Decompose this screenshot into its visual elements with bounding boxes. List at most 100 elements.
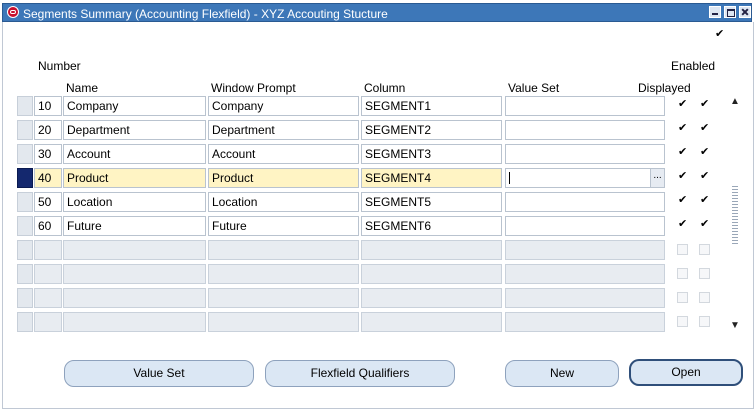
displayed-checkbox[interactable] <box>677 316 688 327</box>
name-field[interactable] <box>63 288 206 308</box>
column-field[interactable]: SEGMENT4 <box>361 168 502 188</box>
value-set-field[interactable] <box>505 216 665 236</box>
name-field[interactable]: Company <box>63 96 206 116</box>
number-field[interactable] <box>34 240 62 260</box>
displayed-checkbox[interactable] <box>677 292 688 303</box>
value-set-field[interactable]: ... <box>505 168 665 188</box>
name-field[interactable]: Product <box>63 168 206 188</box>
window-prompt-field[interactable] <box>208 240 359 260</box>
row-selector[interactable] <box>17 216 33 236</box>
window-prompt-field[interactable]: Account <box>208 144 359 164</box>
name-field[interactable]: Location <box>63 192 206 212</box>
header-enabled: Enabled <box>671 59 716 73</box>
header-column: Column <box>364 81 406 95</box>
enabled-checkbox[interactable] <box>699 292 710 303</box>
window-prompt-field[interactable]: Product <box>208 168 359 188</box>
column-field[interactable]: SEGMENT2 <box>361 120 502 140</box>
enabled-checkbox[interactable] <box>699 268 710 279</box>
header-name: Name <box>66 81 99 95</box>
list-of-values-button[interactable]: ... <box>650 169 664 187</box>
window-prompt-field[interactable]: Company <box>208 96 359 116</box>
column-field[interactable]: SEGMENT6 <box>361 216 502 236</box>
minimize-button[interactable] <box>709 6 721 18</box>
open-button[interactable]: Open <box>629 359 743 386</box>
displayed-checkbox[interactable] <box>677 268 688 279</box>
value-set-field[interactable] <box>505 96 665 116</box>
value-set-button[interactable]: Value Set <box>64 360 254 387</box>
value-set-field[interactable] <box>505 192 665 212</box>
enabled-checkbox[interactable] <box>699 217 710 231</box>
column-field[interactable] <box>361 240 502 260</box>
number-field[interactable]: 20 <box>34 120 62 140</box>
window-prompt-field[interactable] <box>208 312 359 332</box>
window-prompt-field[interactable] <box>208 264 359 284</box>
displayed-checkbox[interactable] <box>677 193 688 207</box>
number-field[interactable]: 60 <box>34 216 62 236</box>
name-field[interactable] <box>63 240 206 260</box>
enabled-checkbox[interactable] <box>699 193 710 207</box>
column-field[interactable]: SEGMENT5 <box>361 192 502 212</box>
enabled-checkbox[interactable] <box>699 121 710 135</box>
number-field[interactable]: 50 <box>34 192 62 212</box>
window-prompt-field[interactable]: Future <box>208 216 359 236</box>
column-field[interactable] <box>361 312 502 332</box>
row-selector[interactable] <box>17 312 33 332</box>
enabled-checkbox[interactable] <box>699 97 710 111</box>
displayed-checkbox[interactable] <box>677 97 688 111</box>
displayed-checkbox[interactable] <box>677 217 688 231</box>
displayed-checkbox[interactable] <box>677 169 688 183</box>
row-selector[interactable] <box>17 168 33 188</box>
enabled-checkbox[interactable] <box>699 169 710 183</box>
value-set-field[interactable] <box>505 144 665 164</box>
name-field[interactable] <box>63 312 206 332</box>
scroll-down-arrow-icon[interactable]: ▼ <box>728 320 742 332</box>
row-selector[interactable] <box>17 120 33 140</box>
column-field[interactable]: SEGMENT1 <box>361 96 502 116</box>
title-bar-inner[interactable]: Segments Summary (Accounting Flexfield) … <box>2 3 752 22</box>
row-selector[interactable] <box>17 240 33 260</box>
row-selector[interactable] <box>17 264 33 284</box>
number-field[interactable] <box>34 312 62 332</box>
enabled-checkbox[interactable] <box>699 316 710 327</box>
header-value-set: Value Set <box>508 81 560 95</box>
window-title: Segments Summary (Accounting Flexfield) … <box>23 7 388 21</box>
name-field[interactable]: Department <box>63 120 206 140</box>
number-field[interactable] <box>34 288 62 308</box>
window-prompt-field[interactable] <box>208 288 359 308</box>
column-field[interactable] <box>361 264 502 284</box>
row-selector[interactable] <box>17 288 33 308</box>
value-set-field[interactable] <box>505 240 665 260</box>
number-field[interactable] <box>34 264 62 284</box>
column-field[interactable]: SEGMENT3 <box>361 144 502 164</box>
name-field[interactable]: Account <box>63 144 206 164</box>
value-set-field[interactable] <box>505 312 665 332</box>
value-set-field[interactable] <box>505 120 665 140</box>
enabled-checkbox[interactable] <box>699 145 710 159</box>
number-field[interactable]: 30 <box>34 144 62 164</box>
value-set-field[interactable] <box>505 264 665 284</box>
new-button[interactable]: New <box>505 360 619 387</box>
number-field[interactable]: 40 <box>34 168 62 188</box>
name-field[interactable] <box>63 264 206 284</box>
name-field[interactable]: Future <box>63 216 206 236</box>
window-prompt-field[interactable]: Location <box>208 192 359 212</box>
header-enabled-checkbox[interactable] <box>714 27 725 41</box>
flexfield-qualifiers-button[interactable]: Flexfield Qualifiers <box>265 360 455 387</box>
displayed-checkbox[interactable] <box>677 244 688 255</box>
window-prompt-field[interactable]: Department <box>208 120 359 140</box>
maximize-button[interactable] <box>724 6 736 18</box>
vertical-scrollbar[interactable]: ▲ ▼ <box>728 96 742 332</box>
number-field[interactable]: 10 <box>34 96 62 116</box>
row-selector[interactable] <box>17 144 33 164</box>
displayed-checkbox[interactable] <box>677 145 688 159</box>
column-field[interactable] <box>361 288 502 308</box>
displayed-checkbox[interactable] <box>677 121 688 135</box>
enabled-checkbox[interactable] <box>699 244 710 255</box>
row-selector[interactable] <box>17 96 33 116</box>
row-selector[interactable] <box>17 192 33 212</box>
close-button[interactable] <box>739 6 751 18</box>
value-set-field[interactable] <box>505 288 665 308</box>
scroll-up-arrow-icon[interactable]: ▲ <box>728 96 742 108</box>
scroll-thumb[interactable] <box>732 184 738 244</box>
header-number: Number <box>38 59 81 73</box>
